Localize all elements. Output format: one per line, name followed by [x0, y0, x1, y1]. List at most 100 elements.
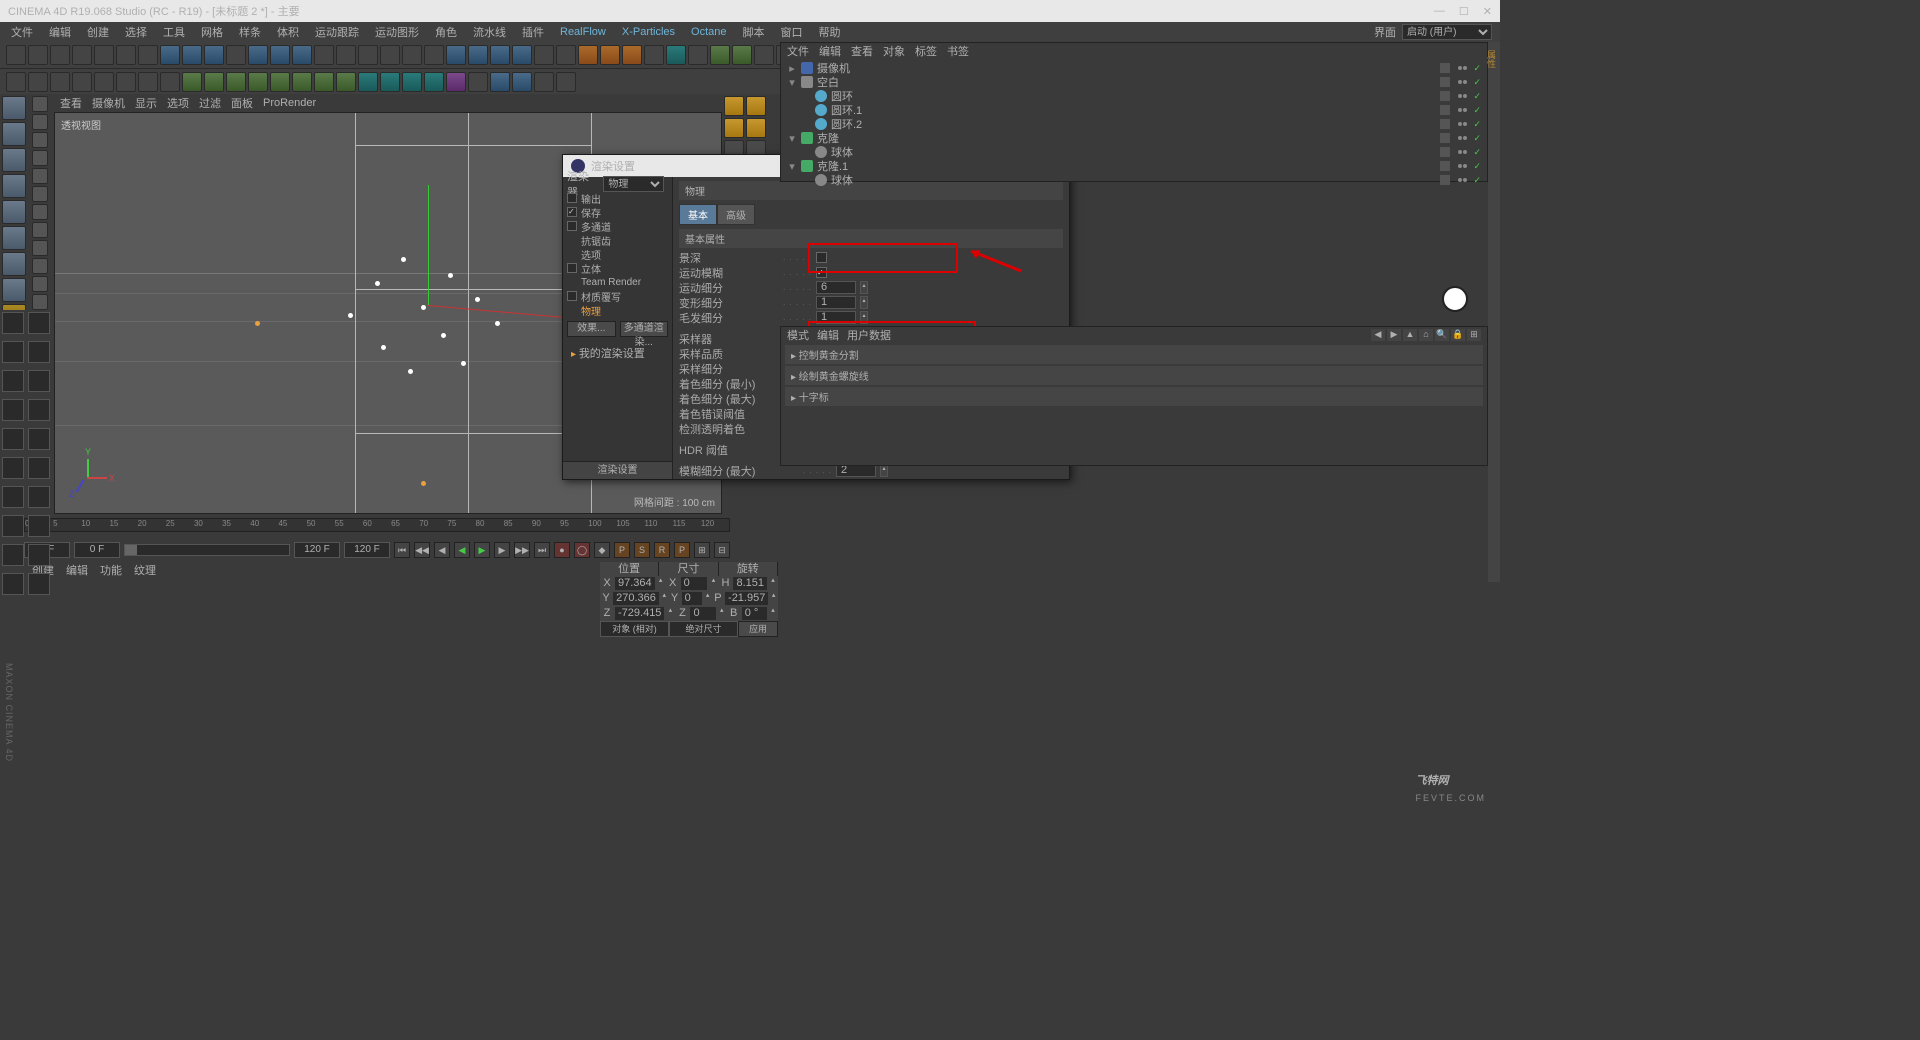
objbar-btn-2[interactable]	[50, 72, 70, 92]
left-dock-btn-7[interactable]	[2, 278, 26, 302]
coord-mode-1[interactable]: 对象 (相对)	[600, 621, 669, 637]
window-minimize[interactable]: —	[1434, 5, 1445, 18]
r-button[interactable]: R	[654, 542, 670, 558]
render-item-check-材质覆写[interactable]	[567, 291, 577, 301]
render-item-check-多通道[interactable]	[567, 221, 577, 231]
render-item-材质覆写[interactable]: 材质覆写	[581, 289, 621, 304]
opt2-button[interactable]: ⊟	[714, 542, 730, 558]
attr-menu-用户数据[interactable]: 用户数据	[847, 327, 891, 343]
left-dock-btn-1[interactable]	[2, 122, 26, 146]
left-dock2-btn-8[interactable]	[32, 240, 48, 256]
coord-X-rot[interactable]: 8.151 °	[732, 576, 768, 591]
material-slot-6[interactable]	[2, 399, 24, 421]
vp-menu-摄像机[interactable]: 摄像机	[92, 95, 125, 111]
toolbar-btn-2[interactable]	[50, 45, 70, 65]
objmgr-menu-编辑[interactable]: 编辑	[819, 43, 841, 59]
toolbar-btn-18[interactable]	[402, 45, 422, 65]
next-frame-button[interactable]: ▶	[494, 542, 510, 558]
toolbar-btn-26[interactable]	[578, 45, 598, 65]
menu-窗口[interactable]: 窗口	[774, 22, 810, 42]
material-slot-16[interactable]	[2, 544, 24, 566]
toolbar-btn-22[interactable]	[490, 45, 510, 65]
coord-Z-pos[interactable]: -729.415 cm	[614, 606, 665, 621]
attr-section-绘制黄金螺旋线[interactable]: ▸ 绘制黄金螺旋线	[785, 366, 1483, 385]
coord-Y-pos[interactable]: 270.366 cm	[612, 591, 660, 606]
attr-nav-1[interactable]: ▶	[1387, 329, 1401, 341]
frame-end2[interactable]: 120 F	[344, 542, 390, 558]
toolbar-btn-6[interactable]	[138, 45, 158, 65]
frame-current[interactable]: 0 F	[74, 542, 120, 558]
render-item-Team Render[interactable]: Team Render	[581, 277, 641, 288]
objbar-btn-22[interactable]	[490, 72, 510, 92]
toolbar-btn-29[interactable]	[644, 45, 664, 65]
objbar-btn-24[interactable]	[534, 72, 554, 92]
material-slot-18[interactable]	[2, 573, 24, 595]
p-button[interactable]: P	[614, 542, 630, 558]
menu-角色[interactable]: 角色	[428, 22, 464, 42]
objbar-btn-17[interactable]	[380, 72, 400, 92]
objmgr-menu-查看[interactable]: 查看	[851, 43, 873, 59]
prop-value-运动细分[interactable]: 6	[816, 281, 856, 294]
material-slot-19[interactable]	[28, 573, 50, 595]
menu-运动图形[interactable]: 运动图形	[368, 22, 426, 42]
s-button[interactable]: S	[634, 542, 650, 558]
material-slot-7[interactable]	[28, 399, 50, 421]
objmgr-menu-文件[interactable]: 文件	[787, 43, 809, 59]
timeline[interactable]: 0510152025303540455055606570758085909510…	[24, 518, 730, 540]
vp-menu-查看[interactable]: 查看	[60, 95, 82, 111]
objbar-btn-8[interactable]	[182, 72, 202, 92]
objbar-btn-13[interactable]	[292, 72, 312, 92]
attr-section-十字标[interactable]: ▸ 十字标	[785, 387, 1483, 406]
objmgr-menu-书签[interactable]: 书签	[947, 43, 969, 59]
left-dock-btn-6[interactable]	[2, 252, 26, 276]
left-dock-btn-3[interactable]	[2, 174, 26, 198]
left-dock2-btn-4[interactable]	[32, 168, 48, 184]
renderer-select[interactable]: 物理	[603, 176, 664, 192]
left-dock2-btn-6[interactable]	[32, 204, 48, 220]
material-slot-11[interactable]	[28, 457, 50, 479]
attr-nav-6[interactable]: ⊞	[1467, 329, 1481, 341]
vp-menu-选项[interactable]: 选项	[167, 95, 189, 111]
prev-frame-button[interactable]: ◀	[434, 542, 450, 558]
toolbar-btn-12[interactable]	[270, 45, 290, 65]
toolbar-btn-32[interactable]	[710, 45, 730, 65]
objbar-btn-11[interactable]	[248, 72, 268, 92]
attr-menu-模式[interactable]: 模式	[787, 327, 809, 343]
menu-创建[interactable]: 创建	[80, 22, 116, 42]
objbar-btn-20[interactable]	[446, 72, 466, 92]
menu-帮助[interactable]: 帮助	[812, 22, 848, 42]
material-slot-12[interactable]	[2, 486, 24, 508]
p2-button[interactable]: P	[674, 542, 690, 558]
objmgr-menu-对象[interactable]: 对象	[883, 43, 905, 59]
render-item-多通道[interactable]: 多通道	[581, 219, 611, 234]
coord-Y-size[interactable]: 0 cm	[681, 591, 704, 606]
object-row-圆环[interactable]: 圆环✓	[787, 89, 1481, 103]
matmgr-menu-功能[interactable]: 功能	[100, 562, 122, 580]
toolbar-btn-24[interactable]	[534, 45, 554, 65]
toolbar-btn-30[interactable]	[666, 45, 686, 65]
objbar-btn-23[interactable]	[512, 72, 532, 92]
menu-网格[interactable]: 网格	[194, 22, 230, 42]
toolbar-btn-1[interactable]	[28, 45, 48, 65]
menu-X-Particles[interactable]: X-Particles	[615, 24, 682, 40]
attr-section-控制黄金分割[interactable]: ▸ 控制黄金分割	[785, 345, 1483, 364]
objbar-btn-18[interactable]	[402, 72, 422, 92]
toolbar-btn-7[interactable]	[160, 45, 180, 65]
toolbar-btn-31[interactable]	[688, 45, 708, 65]
toolbar-btn-16[interactable]	[358, 45, 378, 65]
key-button[interactable]: ◆	[594, 542, 610, 558]
prop-check-运动模糊[interactable]	[816, 267, 827, 278]
object-row-球体[interactable]: 球体✓	[787, 173, 1481, 187]
toolbar-btn-8[interactable]	[182, 45, 202, 65]
effects-button[interactable]: 效果...	[567, 321, 616, 337]
attr-nav-3[interactable]: ⌂	[1419, 329, 1433, 341]
multipass-button[interactable]: 多通道渲染...	[620, 321, 669, 337]
object-row-球体[interactable]: 球体✓	[787, 145, 1481, 159]
prop-value-毛发细分[interactable]: 1	[816, 311, 856, 324]
autokey-button[interactable]: ◯	[574, 542, 590, 558]
matmgr-menu-编辑[interactable]: 编辑	[66, 562, 88, 580]
objbar-btn-6[interactable]	[138, 72, 158, 92]
toolbar-btn-27[interactable]	[600, 45, 620, 65]
vp-menu-面板[interactable]: 面板	[231, 95, 253, 111]
coord-mode-2[interactable]: 绝对尺寸	[669, 621, 738, 637]
